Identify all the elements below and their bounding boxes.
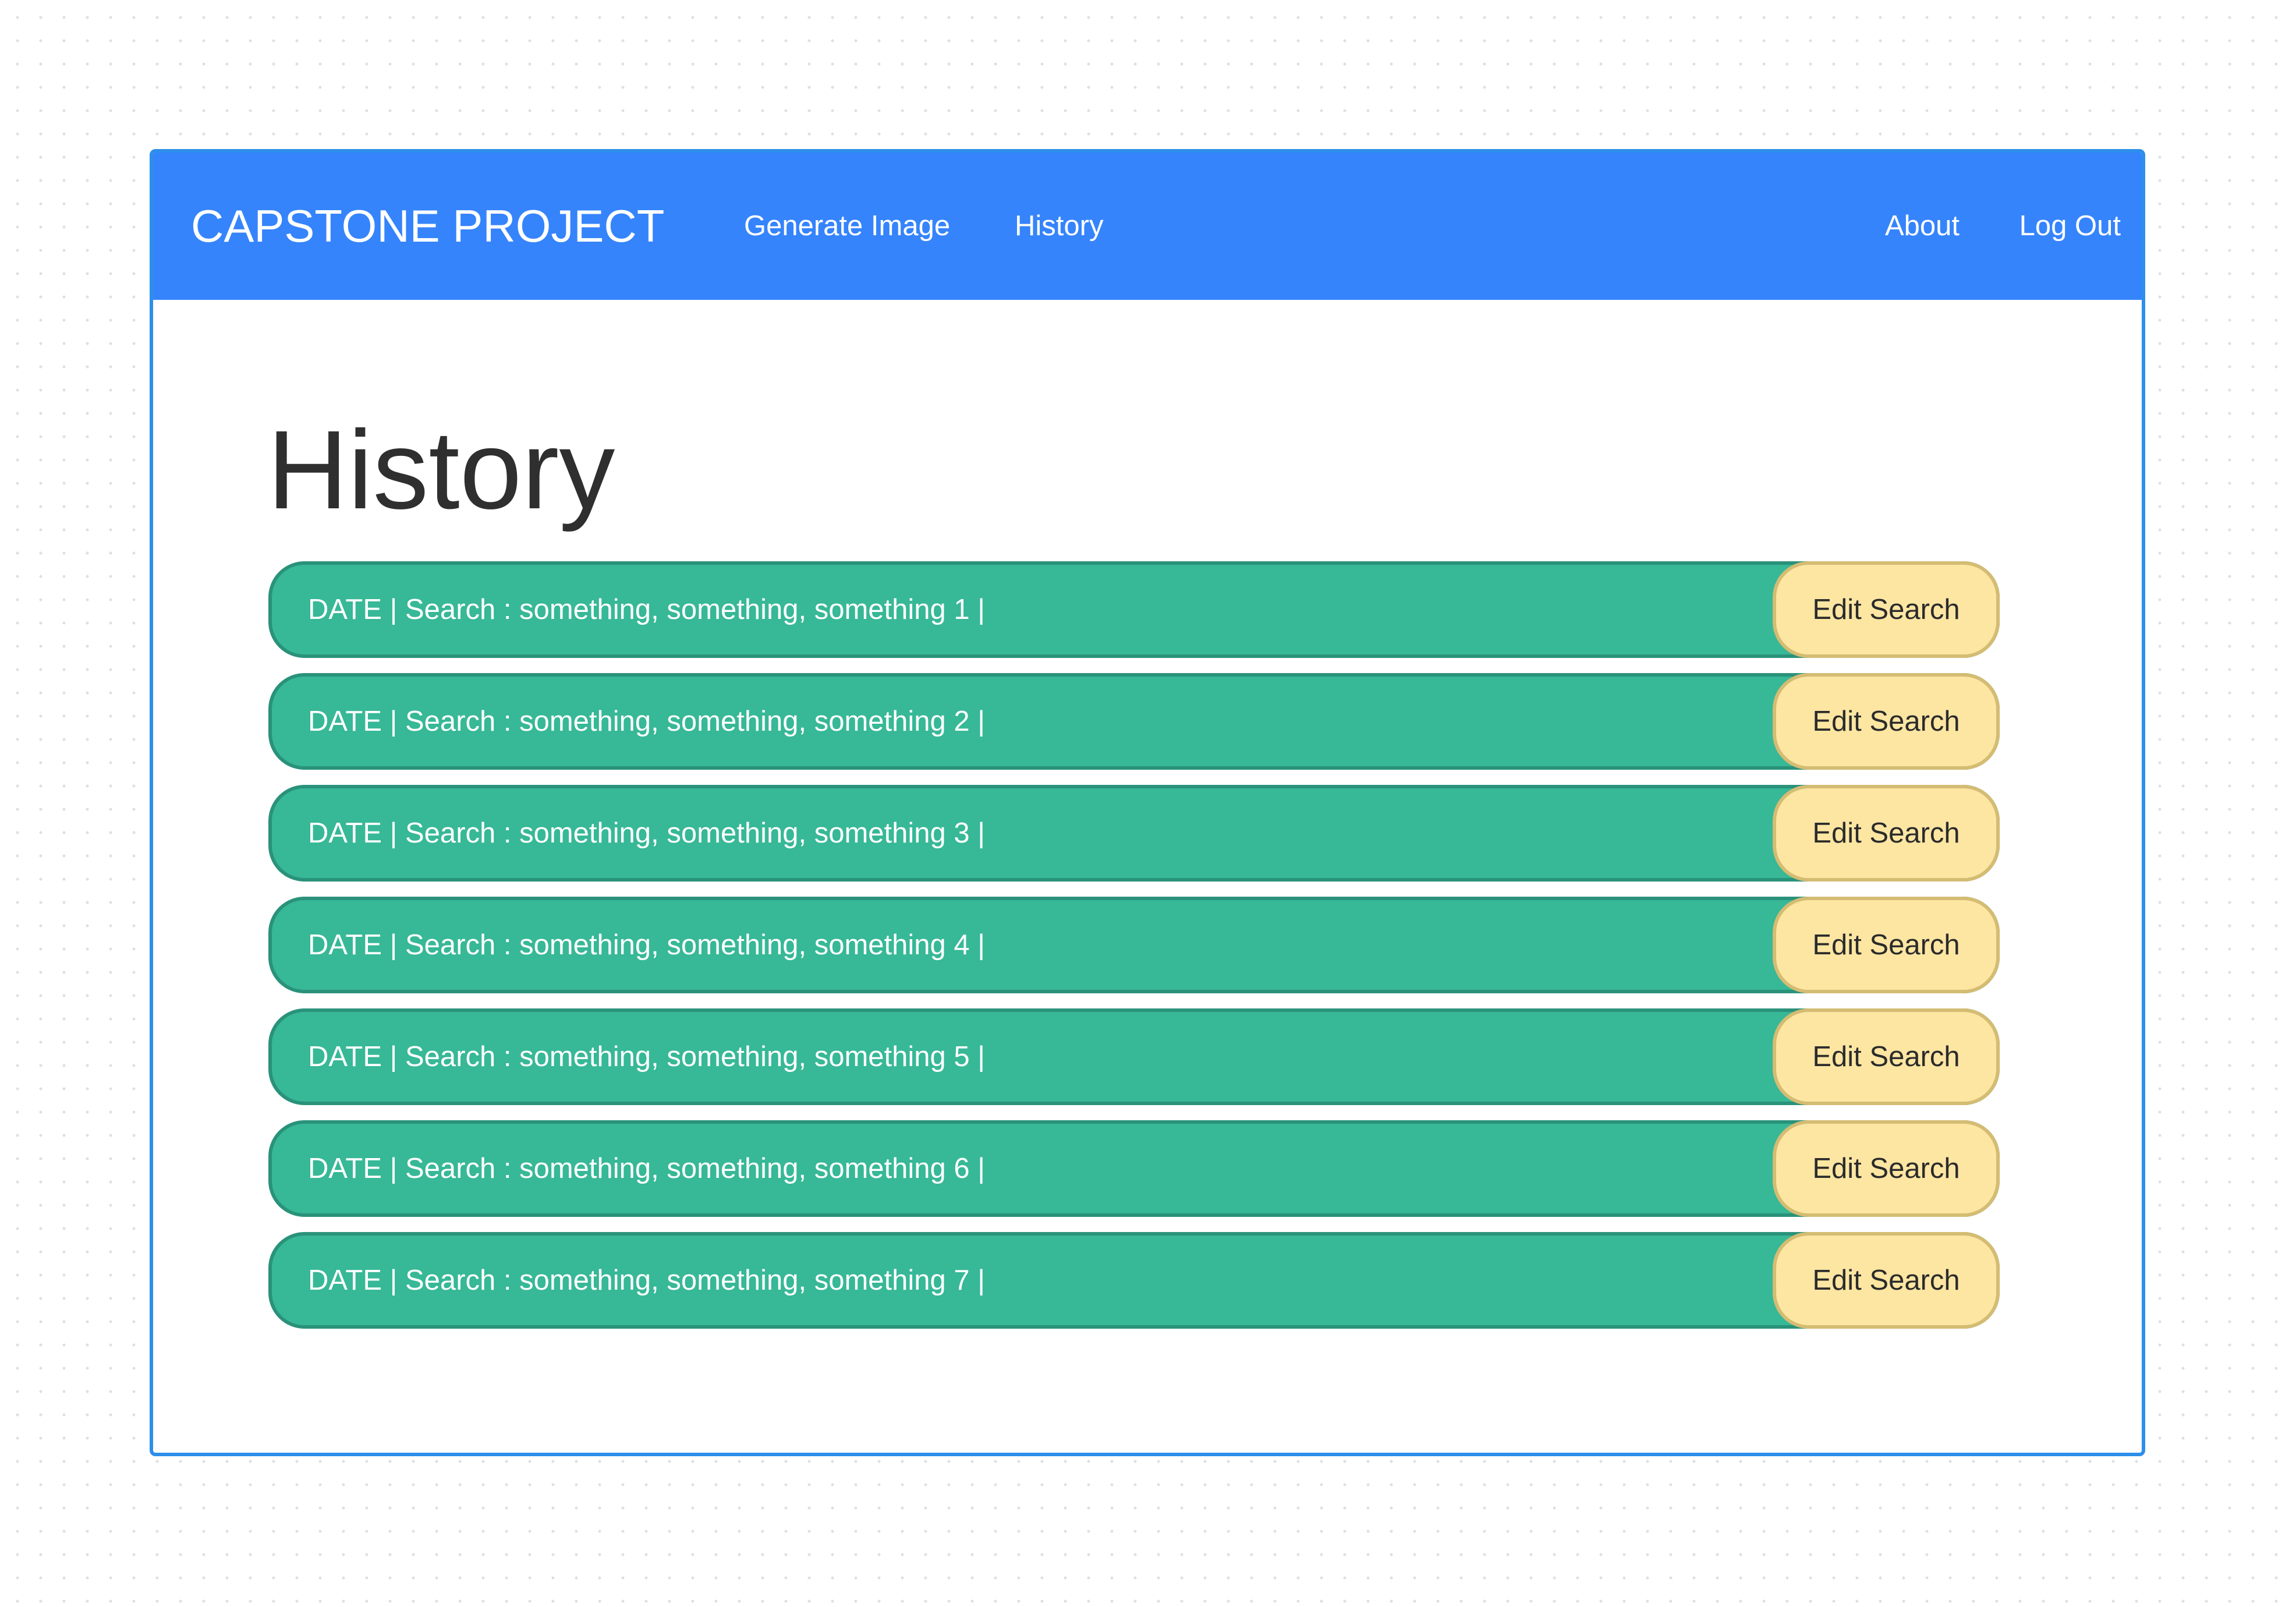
edit-search-button[interactable]: Edit Search <box>1773 1120 2000 1217</box>
history-item: DATE | Search : something, something, so… <box>268 561 2000 658</box>
history-item: DATE | Search : something, something, so… <box>268 1232 2000 1329</box>
history-item: DATE | Search : something, something, so… <box>268 1120 2000 1217</box>
history-item-text: DATE | Search : something, something, so… <box>308 1265 985 1296</box>
history-item-text: DATE | Search : something, something, so… <box>308 817 985 849</box>
edit-search-button[interactable]: Edit Search <box>1773 561 2000 658</box>
history-item: DATE | Search : something, something, so… <box>268 785 2000 882</box>
nav-link-log-out[interactable]: Log Out <box>2019 153 2121 300</box>
nav-link-history[interactable]: History <box>1015 153 1103 300</box>
edit-search-button[interactable]: Edit Search <box>1773 673 2000 770</box>
history-item: DATE | Search : something, something, so… <box>268 673 2000 770</box>
history-item-text: DATE | Search : something, something, so… <box>308 594 985 625</box>
history-item-text: DATE | Search : something, something, so… <box>308 1041 985 1072</box>
history-item-text: DATE | Search : something, something, so… <box>308 1153 985 1184</box>
history-item-text: DATE | Search : something, something, so… <box>308 706 985 737</box>
page-title: History <box>267 407 615 532</box>
edit-search-button[interactable]: Edit Search <box>1773 897 2000 993</box>
brand-title[interactable]: CAPSTONE PROJECT <box>191 153 664 300</box>
app-window: CAPSTONE PROJECT Generate Image History … <box>150 149 2145 1456</box>
nav-link-generate-image[interactable]: Generate Image <box>744 153 950 300</box>
edit-search-button[interactable]: Edit Search <box>1773 1232 2000 1329</box>
edit-search-button[interactable]: Edit Search <box>1773 1008 2000 1105</box>
history-item: DATE | Search : something, something, so… <box>268 897 2000 993</box>
edit-search-button[interactable]: Edit Search <box>1773 785 2000 882</box>
history-item: DATE | Search : something, something, so… <box>268 1008 2000 1105</box>
history-item-text: DATE | Search : something, something, so… <box>308 929 985 961</box>
nav-link-about[interactable]: About <box>1885 153 1960 300</box>
history-list: DATE | Search : something, something, so… <box>268 561 2000 1344</box>
navbar: CAPSTONE PROJECT Generate Image History … <box>153 153 2142 300</box>
